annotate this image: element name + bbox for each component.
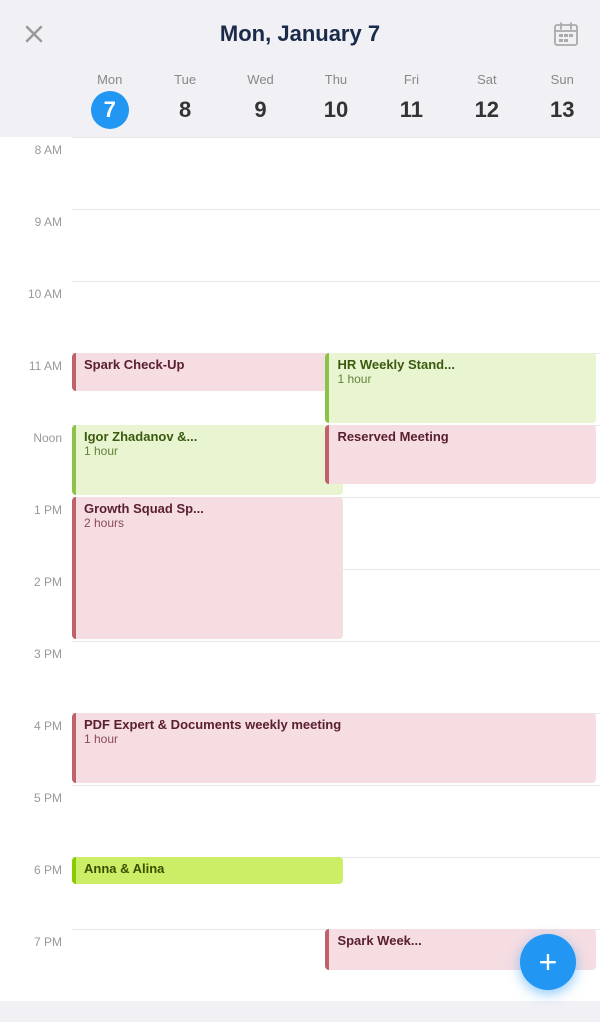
hour-row: 5 PM (0, 785, 600, 857)
event-title: PDF Expert & Documents weekly meeting (84, 717, 588, 732)
day-name: Wed (247, 72, 274, 87)
event-block-igor-zhadanov[interactable]: Igor Zhadanov &...1 hour (72, 425, 343, 495)
day-number[interactable]: 13 (543, 91, 581, 129)
day-column-wed[interactable]: Wed 9 (223, 72, 298, 129)
day-column-sat[interactable]: Sat 12 (449, 72, 524, 129)
day-name: Tue (174, 72, 196, 87)
event-title: Anna & Alina (84, 861, 335, 876)
event-title: Igor Zhadanov &... (84, 429, 335, 444)
day-column-fri[interactable]: Fri 11 (374, 72, 449, 129)
day-column-thu[interactable]: Thu 10 (298, 72, 373, 129)
day-number[interactable]: 12 (468, 91, 506, 129)
time-label: 8 AM (0, 137, 72, 209)
page-title: Mon, January 7 (220, 21, 380, 47)
hour-content (72, 209, 600, 281)
event-duration: 1 hour (84, 444, 335, 458)
day-number[interactable]: 9 (242, 91, 280, 129)
time-label: 6 PM (0, 857, 72, 929)
close-button[interactable] (16, 16, 52, 52)
time-label: 10 AM (0, 281, 72, 353)
day-name: Fri (404, 72, 419, 87)
time-label: 11 AM (0, 353, 72, 425)
day-number[interactable]: 10 (317, 91, 355, 129)
hour-row: 10 AM (0, 281, 600, 353)
hour-content (72, 641, 600, 713)
calendar-icon[interactable] (548, 16, 584, 52)
event-title: Reserved Meeting (337, 429, 588, 444)
event-title: Spark Check-Up (84, 357, 335, 372)
day-column-tue[interactable]: Tue 8 (147, 72, 222, 129)
hour-row: 8 AM (0, 137, 600, 209)
event-block-reserved-meeting[interactable]: Reserved Meeting (325, 425, 596, 484)
event-block-growth-squad[interactable]: Growth Squad Sp...2 hours (72, 497, 343, 639)
day-number[interactable]: 8 (166, 91, 204, 129)
hour-row: 3 PM (0, 641, 600, 713)
event-block-pdf-expert[interactable]: PDF Expert & Documents weekly meeting1 h… (72, 713, 596, 783)
event-duration: 1 hour (84, 732, 588, 746)
hour-content (72, 785, 600, 857)
day-name: Thu (325, 72, 347, 87)
add-event-button[interactable]: + (520, 934, 576, 990)
event-duration: 1 hour (337, 372, 588, 386)
hour-row: 9 AM (0, 209, 600, 281)
event-duration: 2 hours (84, 516, 335, 530)
time-label: 4 PM (0, 713, 72, 785)
header: Mon, January 7 (0, 0, 600, 68)
time-label: 7 PM (0, 929, 72, 1001)
time-label: Noon (0, 425, 72, 497)
event-title: HR Weekly Stand... (337, 357, 588, 372)
day-number[interactable]: 11 (392, 91, 430, 129)
event-block-hr-weekly[interactable]: HR Weekly Stand...1 hour (325, 353, 596, 423)
week-header: Mon 7 Tue 8 Wed 9 Thu 10 Fri 11 Sat 12 Sun 13 (0, 68, 600, 137)
day-column-mon[interactable]: Mon 7 (72, 72, 147, 129)
time-label: 3 PM (0, 641, 72, 713)
event-block-anna-alina[interactable]: Anna & Alina (72, 857, 343, 884)
event-title: Growth Squad Sp... (84, 501, 335, 516)
day-column-sun[interactable]: Sun 13 (525, 72, 600, 129)
day-name: Mon (97, 72, 122, 87)
time-label: 9 AM (0, 209, 72, 281)
time-label: 5 PM (0, 785, 72, 857)
day-name: Sat (477, 72, 497, 87)
fab-label: + (539, 944, 558, 981)
time-label: 2 PM (0, 569, 72, 641)
hour-content (72, 281, 600, 353)
event-block-spark-checkup[interactable]: Spark Check-Up (72, 353, 343, 391)
time-label: 1 PM (0, 497, 72, 569)
hour-content (72, 137, 600, 209)
day-number[interactable]: 7 (91, 91, 129, 129)
day-name: Sun (551, 72, 574, 87)
calendar-body: 8 AM9 AM10 AM11 AMNoon1 PM2 PM3 PM4 PM5 … (0, 137, 600, 1001)
